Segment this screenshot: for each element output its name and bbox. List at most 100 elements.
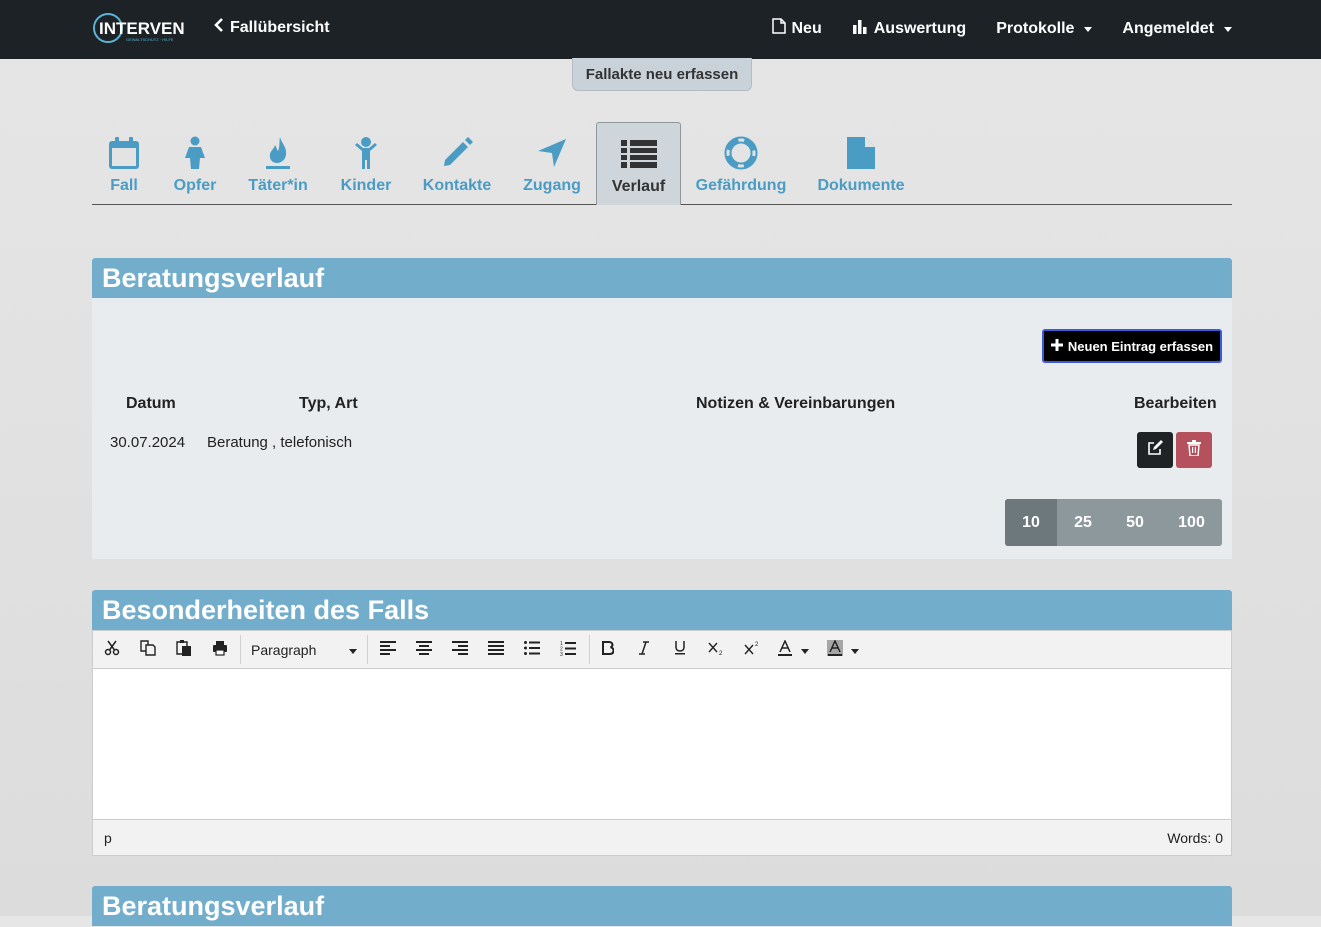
tab-gefaehrdung[interactable]: Gefährdung xyxy=(695,122,787,204)
chevron-left-icon xyxy=(214,18,224,37)
person-female-icon xyxy=(182,135,208,171)
print-button[interactable] xyxy=(209,639,231,661)
trash-icon xyxy=(1187,439,1201,461)
scissors-icon xyxy=(104,640,120,661)
bullet-list-button[interactable] xyxy=(521,639,543,661)
tab-opfer-label: Opfer xyxy=(173,177,217,194)
tab-kontakte[interactable]: Kontakte xyxy=(423,122,491,204)
bar-chart-icon xyxy=(852,19,868,39)
editor-statusbar: p Words: 0 xyxy=(93,819,1231,855)
case-particulars-title: Besonderheiten des Falls xyxy=(92,590,1232,630)
nav-logged-in-dropdown[interactable]: Angemeldet xyxy=(1122,18,1232,39)
new-case-file-badge: Fallakte neu erfassen xyxy=(572,58,752,91)
case-particulars-panel: Besonderheiten des Falls Paragraph 1 2 3… xyxy=(92,590,1232,856)
back-label: Fallübersicht xyxy=(230,18,330,36)
subscript-button[interactable]: 2 xyxy=(705,639,727,661)
svg-text:2: 2 xyxy=(719,651,723,655)
align-justify-icon xyxy=(488,640,504,660)
align-justify-button[interactable] xyxy=(485,639,507,661)
italic-button[interactable] xyxy=(633,639,655,661)
add-entry-label: Neuen Eintrag erfassen xyxy=(1067,338,1214,354)
bold-button[interactable] xyxy=(597,639,619,661)
align-right-button[interactable] xyxy=(449,639,471,661)
nav-protocols-label: Protokolle xyxy=(996,19,1075,37)
cut-button[interactable] xyxy=(101,639,123,661)
list-icon xyxy=(620,136,657,172)
document-icon xyxy=(846,135,876,171)
edit-entry-button[interactable] xyxy=(1137,432,1173,468)
page-size-25[interactable]: 25 xyxy=(1057,499,1109,546)
tab-fall[interactable]: Fall xyxy=(106,122,142,204)
counseling-history-title-2: Beratungsverlauf xyxy=(92,886,1232,926)
underline-button[interactable] xyxy=(669,639,691,661)
top-navbar: INTERVENT GEWALTSCHUTZ · HILFE Fallübers… xyxy=(0,0,1321,59)
caret-down-icon xyxy=(801,648,809,654)
delete-entry-button[interactable] xyxy=(1176,432,1212,468)
page-size-10[interactable]: 10 xyxy=(1005,499,1057,546)
printer-icon xyxy=(212,640,228,661)
column-header-edit: Bearbeiten xyxy=(1134,395,1217,412)
align-center-button[interactable] xyxy=(413,639,435,661)
tab-verlauf[interactable]: Verlauf xyxy=(596,122,681,205)
intervent-logo[interactable]: INTERVENT GEWALTSCHUTZ · HILFE xyxy=(92,11,184,45)
italic-icon xyxy=(638,640,650,660)
toolbar-divider xyxy=(367,635,368,664)
element-path[interactable]: p xyxy=(104,830,112,846)
pencil-icon xyxy=(441,135,473,171)
plus-icon xyxy=(1050,338,1063,354)
nav-new-label: Neu xyxy=(791,19,822,37)
text-color-icon xyxy=(777,638,793,661)
paste-button[interactable] xyxy=(173,639,195,661)
nav-protocols-dropdown[interactable]: Protokolle xyxy=(996,18,1093,39)
superscript-button[interactable]: 2 xyxy=(741,639,763,661)
text-color-button[interactable] xyxy=(777,638,817,661)
page-size-50[interactable]: 50 xyxy=(1109,499,1161,546)
tab-zugang[interactable]: Zugang xyxy=(523,122,581,204)
nav-new[interactable]: Neu xyxy=(771,18,822,39)
svg-text:GEWALTSCHUTZ · HILFE: GEWALTSCHUTZ · HILFE xyxy=(126,37,174,42)
tab-dokumente-label: Dokumente xyxy=(817,177,905,194)
caret-down-icon xyxy=(349,648,357,654)
caret-down-icon xyxy=(1084,27,1093,32)
tab-dokumente[interactable]: Dokumente xyxy=(817,122,905,204)
tab-opfer[interactable]: Opfer xyxy=(172,122,218,204)
bold-icon xyxy=(602,640,615,660)
tab-gefaehrdung-label: Gefährdung xyxy=(695,177,787,194)
copy-icon xyxy=(140,639,156,661)
tab-taeter[interactable]: Täter*in xyxy=(248,122,308,204)
location-arrow-icon xyxy=(537,135,567,171)
bullet-list-icon xyxy=(524,640,540,660)
life-ring-icon xyxy=(724,135,758,171)
caret-down-icon xyxy=(851,648,859,654)
column-header-type[interactable]: Typ, Art xyxy=(299,395,358,413)
numbered-list-button[interactable]: 123 xyxy=(557,639,579,661)
svg-text:INTERVENT: INTERVENT xyxy=(99,19,184,38)
toolbar-divider xyxy=(589,635,590,664)
file-icon xyxy=(771,18,786,39)
background-color-button[interactable] xyxy=(827,638,867,661)
tab-kinder[interactable]: Kinder xyxy=(340,122,392,204)
edit-icon xyxy=(1147,439,1163,461)
svg-text:3: 3 xyxy=(560,652,563,656)
counseling-history-panel-2: Beratungsverlauf xyxy=(92,886,1232,926)
copy-button[interactable] xyxy=(137,639,159,661)
add-entry-button[interactable]: Neuen Eintrag erfassen xyxy=(1042,329,1222,363)
page-size-100[interactable]: 100 xyxy=(1161,499,1222,546)
svg-text:2: 2 xyxy=(755,642,759,648)
rich-text-editor: Paragraph 123 2 2 p Words: 0 xyxy=(92,630,1232,856)
nav-evaluation[interactable]: Auswertung xyxy=(852,18,966,39)
align-right-icon xyxy=(452,640,468,660)
column-header-notes[interactable]: Notizen & Vereinbarungen xyxy=(696,395,895,413)
back-to-case-overview-link[interactable]: Fallübersicht xyxy=(214,18,330,37)
nav-evaluation-label: Auswertung xyxy=(873,19,967,37)
superscript-icon: 2 xyxy=(744,641,760,660)
block-format-select[interactable]: Paragraph xyxy=(251,639,357,661)
background-color-icon xyxy=(827,638,843,661)
word-count: Words: 0 xyxy=(1167,830,1223,846)
align-left-button[interactable] xyxy=(377,639,399,661)
caret-down-icon xyxy=(1224,27,1232,32)
column-header-date[interactable]: Datum xyxy=(126,395,176,413)
tab-verlauf-label: Verlauf xyxy=(611,178,666,195)
page-size-selector: 10 25 50 100 xyxy=(1005,499,1222,546)
editor-content-area[interactable] xyxy=(93,668,1231,820)
